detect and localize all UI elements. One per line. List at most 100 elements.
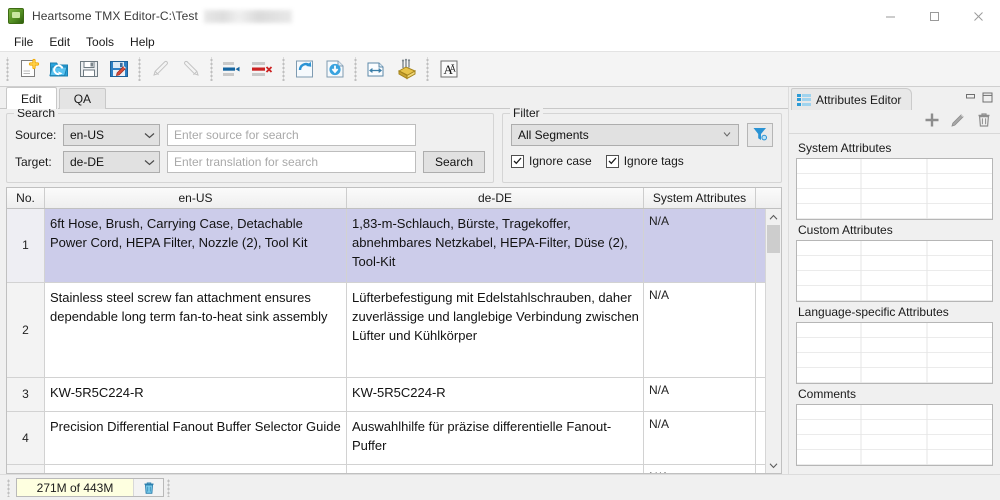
custom-attributes-grid[interactable] [796,240,993,302]
maximize-icon[interactable] [912,0,956,32]
source-language-combo[interactable]: en-US [63,123,160,146]
attributes-editor-content: System Attributes Custom Attributes Lang… [789,134,1000,474]
save-as-icon[interactable] [105,55,133,83]
scrollbar-track[interactable] [766,225,782,457]
filter-selected-value: All Segments [518,128,589,142]
tab-edit[interactable]: Edit [6,87,57,109]
tab-attributes-editor[interactable]: Attributes Editor [791,88,913,110]
table-row[interactable]: 2 Stainless steel screw fan attachment e… [7,283,765,378]
target-language-value: de-DE [70,154,105,169]
column-header-source[interactable]: en-US [45,188,347,208]
chevron-down-icon [144,128,155,142]
add-attribute-icon[interactable] [924,112,940,131]
close-icon[interactable] [956,0,1000,32]
merge-tmx-icon[interactable] [393,55,421,83]
source-label: Source: [15,127,57,142]
new-file-icon[interactable] [15,55,43,83]
delete-segment-icon[interactable] [249,55,277,83]
row-target-text[interactable]: 1,83-m-Schlauch, Bürste, Tragekoffer, ab… [347,209,644,282]
scrollbar-thumb[interactable] [766,225,780,253]
save-icon[interactable] [75,55,103,83]
body-area: Edit QA Search Source: en-US Enter sourc… [0,87,1000,474]
column-header-system-attributes[interactable]: System Attributes [644,188,756,208]
row-extra [756,209,765,282]
search-source-input[interactable]: Enter source for search [167,123,416,146]
row-source-text[interactable]: Stainless steel screw fan attachment ens… [45,283,347,377]
row-source-text[interactable]: Power Series 180, Amp [45,465,347,473]
row-source-text[interactable]: Precision Differential Fanout Buffer Sel… [45,412,347,464]
row-source-text[interactable]: 6ft Hose, Brush, Carrying Case, Detachab… [45,209,347,282]
row-target-text[interactable]: Lüfterbefestigung mit Edelstahlschrauben… [347,283,644,377]
toolbar-grip[interactable] [5,57,11,81]
convert-encoding-icon[interactable]: A Ā [435,55,463,83]
split-tmx-icon[interactable] [363,55,391,83]
insert-segment-icon[interactable] [219,55,247,83]
edit-attribute-icon[interactable] [950,112,966,131]
table-row[interactable]: 5 Power Series 180, Amp Power-Serie 180,… [7,465,765,473]
menu-help[interactable]: Help [122,34,163,50]
filter-combo[interactable]: All Segments [511,124,739,146]
attributes-editor-tabstrip: Attributes Editor [789,87,1000,110]
ignore-tags-checkbox[interactable]: Ignore tags [605,154,684,168]
column-header-no[interactable]: No. [7,188,45,208]
table-vertical-scrollbar[interactable] [765,209,781,473]
target-language-combo[interactable]: de-DE [63,150,160,173]
table-row[interactable]: 4 Precision Differential Fanout Buffer S… [7,412,765,465]
open-folder-icon[interactable] [45,55,73,83]
statusbar-grip-left [7,478,13,497]
comments-grid[interactable] [796,404,993,466]
search-button[interactable]: Search [423,150,485,173]
column-header-extra[interactable] [756,188,765,208]
toolbar-separator-5 [425,57,431,81]
svg-text:Ā: Ā [450,64,457,74]
ignore-case-checkbox[interactable]: Ignore case [511,154,592,168]
chevron-down-icon[interactable] [766,457,782,473]
panel-maximize-icon[interactable] [982,92,993,106]
row-target-text[interactable]: Auswahlhilfe für präzise differentielle … [347,412,644,464]
panel-minimize-icon[interactable] [965,92,976,106]
minimize-icon[interactable] [868,0,912,32]
source-language-value: en-US [70,127,105,142]
search-target-input[interactable]: Enter translation for search [167,150,416,173]
filter-group: Filter All Segments Ignore case Ignore t… [502,106,782,183]
chevron-down-icon [144,155,155,169]
system-attributes-grid[interactable] [796,158,993,220]
section-title-comments: Comments [798,387,857,401]
title-bar: Heartsome TMX Editor-C:\Test [0,0,1000,32]
editor-tabstrip: Edit QA [0,87,788,109]
row-number: 3 [7,378,45,411]
row-source-text[interactable]: KW-5R5C224-R [45,378,347,411]
menu-file[interactable]: File [6,34,41,50]
menu-tools[interactable]: Tools [78,34,122,50]
row-number: 4 [7,412,45,464]
export-icon[interactable] [321,55,349,83]
chevron-up-icon[interactable] [766,209,782,225]
table-rows: 1 6ft Hose, Brush, Carrying Case, Detach… [7,209,765,473]
menu-edit[interactable]: Edit [41,34,78,50]
row-system-attributes: N/A [644,412,756,464]
import-icon[interactable] [291,55,319,83]
row-system-attributes: N/A [644,465,756,473]
delete-attribute-icon[interactable] [976,112,992,131]
table-row[interactable]: 3 KW-5R5C224-R KW-5R5C224-R N/A [7,378,765,412]
search-source-placeholder: Enter source for search [174,127,299,142]
trash-icon[interactable] [133,479,163,496]
attributes-editor-pane: Attributes Editor System Attributes Cust… [788,87,1000,474]
chevron-down-icon [722,130,732,141]
row-system-attributes: N/A [644,209,756,282]
row-target-text[interactable]: Power-Serie 180, Amp [347,465,644,473]
tab-attributes-editor-label: Attributes Editor [816,92,902,107]
filter-options-row: Ignore case Ignore tags [511,154,773,168]
heartsome-app-icon [8,8,24,24]
apply-filter-button[interactable] [747,123,773,147]
column-header-target[interactable]: de-DE [347,188,644,208]
toolbar-separator-2 [209,57,215,81]
funnel-icon [752,126,768,145]
checkbox-checked-icon [511,154,524,168]
table-row[interactable]: 1 6ft Hose, Brush, Carrying Case, Detach… [7,209,765,283]
language-specific-attributes-grid[interactable] [796,322,993,384]
section-title-system-attributes: System Attributes [798,141,892,155]
memory-usage-label: 271M of 443M [17,479,133,496]
row-target-text[interactable]: KW-5R5C224-R [347,378,644,411]
tab-qa[interactable]: QA [58,88,107,109]
